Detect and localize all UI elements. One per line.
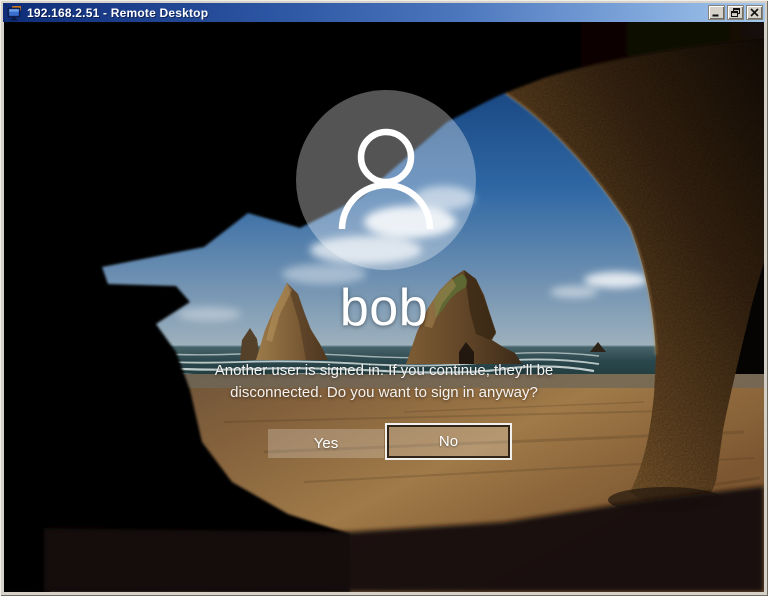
signin-message: Another user is signed in. If you contin… (4, 360, 764, 404)
minimize-icon (712, 14, 719, 17)
remote-desktop-window: 192.168.2.51 - Remote Desktop bob Anothe… (0, 0, 768, 596)
username: bob (339, 279, 429, 337)
remote-desktop-icon (7, 5, 21, 20)
window-title: 192.168.2.51 - Remote Desktop (27, 5, 209, 20)
restore-button[interactable] (727, 5, 744, 20)
signin-message-line2: disconnected. Do you want to sign in any… (230, 384, 538, 401)
user-avatar (296, 90, 476, 270)
yes-button[interactable]: Yes (268, 429, 384, 458)
close-button[interactable] (746, 5, 763, 20)
titlebar[interactable]: 192.168.2.51 - Remote Desktop (3, 3, 765, 22)
remote-session-screen: bob Another user is signed in. If you co… (4, 22, 764, 592)
no-button[interactable]: No (385, 423, 512, 460)
signin-message-line1: Another user is signed in. If you contin… (214, 362, 554, 379)
restore-icon (731, 8, 740, 17)
person-icon (338, 128, 434, 230)
minimize-button[interactable] (708, 5, 725, 20)
close-icon (750, 8, 759, 17)
